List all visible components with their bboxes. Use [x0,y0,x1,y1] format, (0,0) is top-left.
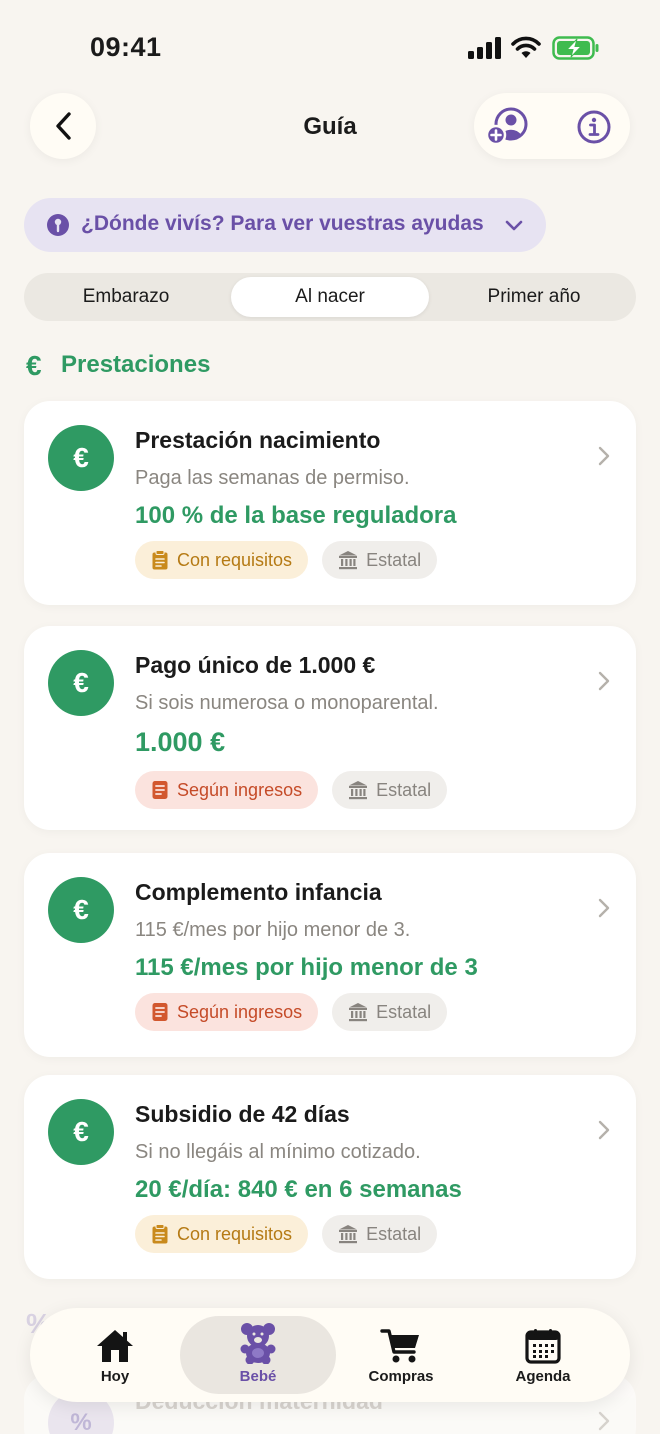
bank-icon [339,551,358,570]
region-label: ¿Dónde vivís? Para ver vuestras ayudas [81,212,484,235]
bank-icon [339,1225,358,1244]
tag-label: Estatal [366,549,422,570]
benefit-card-prestacion-nacimiento[interactable]: € Prestación nacimiento Paga las semanas… [24,401,636,605]
card-amount: 1.000 € [135,727,226,757]
chevron-right-icon [598,898,610,918]
euro-icon: € [48,877,114,943]
euro-icon: € [26,350,42,381]
card-tags: Según ingresos Estatal [135,771,448,809]
document-icon [152,781,168,799]
card-description: Paga las semanas de permiso. [135,467,410,489]
tag-label: Con requisitos [177,549,293,570]
section-title: Prestaciones [61,351,211,378]
chevron-right-icon [598,1411,610,1431]
nav-label: Bebé [239,1368,277,1385]
teddy-bear-icon [240,1323,276,1364]
card-title: Prestación nacimiento [135,427,381,453]
euro-icon: € [48,1099,114,1165]
tag-label: Con requisitos [177,1223,293,1244]
status-bar: 09:41 [0,0,660,96]
calendar-icon [525,1329,561,1364]
status-time: 09:41 [90,32,162,62]
location-pin-icon [47,214,69,236]
tag-scope: Estatal [322,1215,438,1253]
card-description: Si no llegáis al mínimo cotizado. [135,1141,421,1163]
info-icon[interactable] [576,109,612,145]
card-tags: Según ingresos Estatal [135,993,448,1031]
chevron-down-icon [505,220,523,231]
tag-scope: Estatal [332,993,448,1031]
nav-item-bebe[interactable]: Bebé [180,1316,336,1394]
chevron-right-icon [598,446,610,466]
nav-label: Agenda [515,1368,571,1385]
euro-icon: € [48,425,114,491]
nav-item-compras[interactable]: Compras [326,1316,476,1394]
clipboard-icon [152,1224,168,1244]
tab-primer-ano[interactable]: Primer año [435,277,633,317]
card-tags: Con requisitos Estatal [135,1215,438,1253]
tag-label: Estatal [366,1223,422,1244]
card-title: Pago único de 1.000 € [135,652,376,678]
add-user-icon[interactable] [486,106,528,146]
chevron-right-icon [598,671,610,691]
signal-icon [468,37,501,59]
card-amount: 115 €/mes por hijo menor de 3 [135,954,478,981]
card-title: Subsidio de 42 días [135,1101,350,1127]
tag-label: Estatal [376,779,432,800]
card-amount: 20 €/día: 840 € en 6 semanas [135,1176,462,1203]
home-icon [97,1330,133,1362]
euro-icon: € [48,650,114,716]
nav-item-agenda[interactable]: Agenda [468,1316,618,1394]
tag-label: Estatal [376,1001,432,1022]
tag-requirements: Con requisitos [135,1215,309,1253]
tag-label: Según ingresos [177,1001,303,1022]
tag-requirements: Con requisitos [135,541,309,579]
document-icon [152,1003,168,1021]
tag-scope: Estatal [332,771,448,809]
bank-icon [349,781,368,800]
benefit-card-pago-unico[interactable]: € Pago único de 1.000 € Si sois numerosa… [24,626,636,830]
clipboard-icon [152,550,168,570]
nav-label: Compras [368,1368,434,1385]
chevron-right-icon [598,1120,610,1140]
nav-label: Hoy [100,1368,130,1385]
battery-icon [552,36,599,60]
header-actions [474,93,630,159]
card-amount: 100 % de la base reguladora [135,502,457,529]
card-tags: Con requisitos Estatal [135,541,438,579]
wifi-icon [511,36,541,58]
nav-item-hoy[interactable]: Hoy [40,1316,190,1394]
card-description: 115 €/mes por hijo menor de 3. [135,919,411,941]
bank-icon [349,1003,368,1022]
cart-icon [380,1329,419,1363]
tag-income-based: Según ingresos [135,771,319,809]
region-selector[interactable]: ¿Dónde vivís? Para ver vuestras ayudas [24,198,546,252]
benefit-card-complemento-infancia[interactable]: € Complemento infancia 115 €/mes por hij… [24,853,636,1057]
tab-embarazo[interactable]: Embarazo [27,277,225,317]
tag-label: Según ingresos [177,779,303,800]
tab-al-nacer[interactable]: Al nacer [231,277,429,317]
card-description: Si sois numerosa o monoparental. [135,692,439,714]
tag-scope: Estatal [322,541,438,579]
card-title: Complemento infancia [135,879,382,905]
stage-tabs: Embarazo Al nacer Primer año [24,273,636,321]
bottom-nav: Hoy Bebé Compras Agenda [30,1308,630,1402]
tag-income-based: Según ingresos [135,993,319,1031]
benefit-card-subsidio-42-dias[interactable]: € Subsidio de 42 días Si no llegáis al m… [24,1075,636,1279]
